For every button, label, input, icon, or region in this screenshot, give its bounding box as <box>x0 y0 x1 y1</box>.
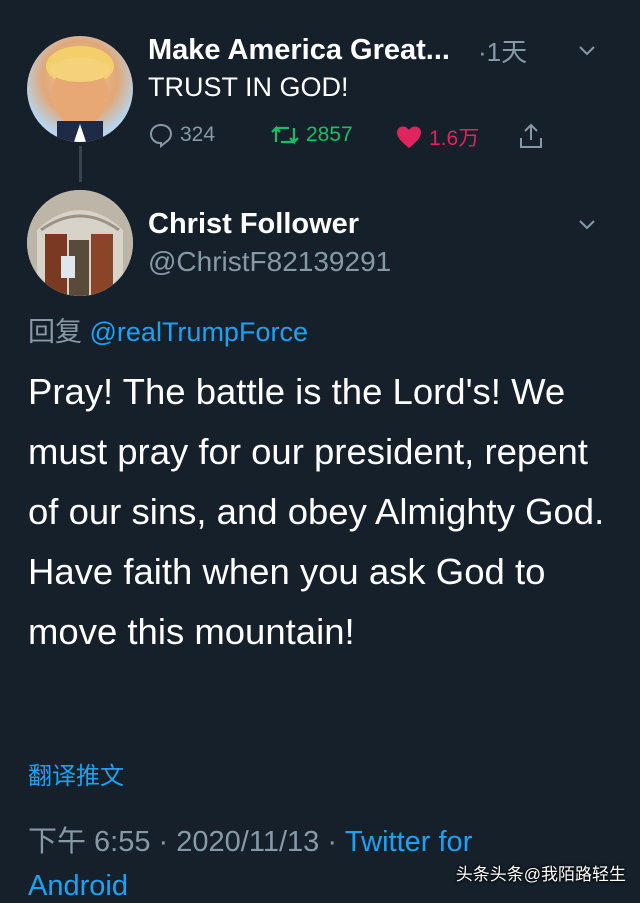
thread-connector <box>79 146 82 182</box>
reply-icon <box>149 123 173 148</box>
avatar-reply[interactable] <box>27 190 133 296</box>
parent-tweet-time: ·1天 <box>477 36 528 67</box>
like-action[interactable]: 1.6万 <box>395 122 479 152</box>
tweet-source-link[interactable]: Twitter for <box>345 826 472 858</box>
like-icon <box>397 126 421 148</box>
chevron-down-icon[interactable] <box>576 39 598 61</box>
reply-author-handle[interactable]: @ChristF82139291 <box>148 246 391 278</box>
like-count: 1.6万 <box>429 127 480 150</box>
avatar-parent[interactable] <box>27 36 133 142</box>
parent-tweet-header: Make America Great... ·1天 <box>148 30 622 70</box>
reply-tweet-text: Pray! The battle is the Lord's! We must … <box>28 371 605 652</box>
chevron-down-icon[interactable] <box>576 213 598 235</box>
reply-prefix: 回复 <box>28 317 82 347</box>
reply-action[interactable]: 324 <box>148 122 215 148</box>
parent-author-name[interactable]: Make America Great... <box>148 34 450 67</box>
retweet-action[interactable]: 2857 <box>270 122 353 148</box>
reply-mention-link[interactable]: @realTrumpForce <box>90 317 308 347</box>
share-action[interactable] <box>518 122 550 150</box>
share-icon <box>520 123 542 148</box>
parent-action-bar: 324 2857 1.6万 <box>148 122 558 156</box>
tweet-source-link-continued[interactable]: Android <box>28 870 128 903</box>
retweet-count: 2857 <box>306 123 353 146</box>
parent-tweet-text: TRUST IN GOD! <box>148 72 349 102</box>
retweet-icon <box>271 125 299 145</box>
replying-to: 回复 @realTrumpForce <box>28 310 308 349</box>
timestamp-text: 下午 6:55 · 2020/11/13 · <box>28 826 346 858</box>
reply-author-name[interactable]: Christ Follower <box>148 208 359 241</box>
translate-tweet-link[interactable]: 翻译推文 <box>28 756 124 791</box>
reply-tweet-header: Christ Follower <box>148 204 622 244</box>
watermark: 头条头条@我陌路轻生 <box>455 865 626 884</box>
reply-count: 324 <box>180 123 216 146</box>
tweet-timestamp: 下午 6:55 · 2020/11/13 · Twitter for <box>28 818 472 860</box>
